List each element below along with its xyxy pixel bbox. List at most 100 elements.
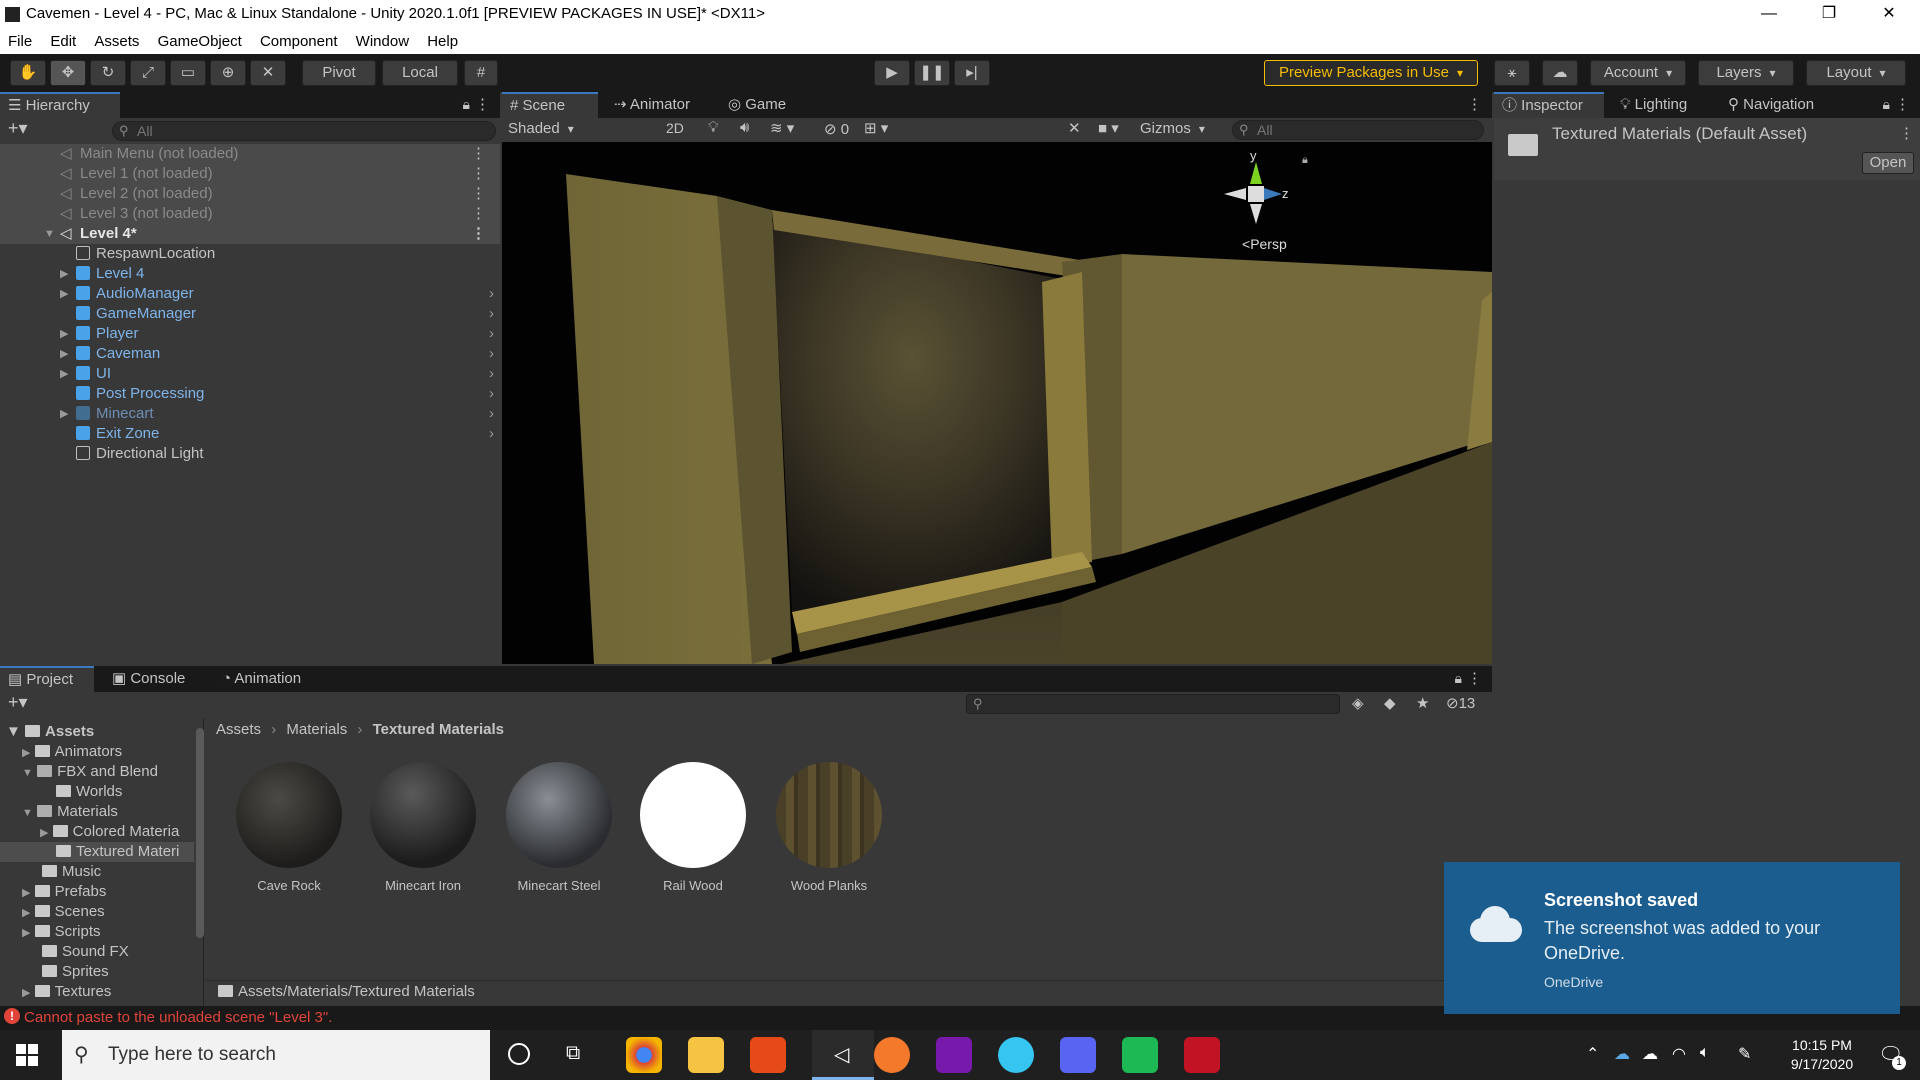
gizmo-neg-y-axis[interactable] [1250,204,1262,224]
expand-arrow-icon[interactable]: ▶ [22,887,30,899]
filter-type-icon[interactable]: ◈ [1352,694,1364,712]
camera-dropdown-icon[interactable]: ■ ▾ [1098,119,1119,137]
hierarchy-item[interactable]: ▶ Level 4 [0,264,500,284]
scene-level-2[interactable]: ◁ Level 2 (not loaded) ⋮ [0,184,500,204]
network-tray-icon[interactable]: ☁ [1642,1044,1658,1064]
tree-fbx-and-blend[interactable]: ▼ FBX and Blend [22,762,158,782]
grid-dropdown-icon[interactable]: ⊞ ▾ [864,119,888,137]
menu-gameobject[interactable]: GameObject [158,30,242,50]
pause-button[interactable]: ❚❚ [914,60,950,86]
tree-music[interactable]: Music [42,862,101,882]
tab-project[interactable]: ▤ Project [0,666,94,692]
expand-arrow-icon[interactable]: ▶ [60,404,68,424]
open-button[interactable]: Open [1862,152,1914,174]
chevron-right-icon[interactable]: › [489,304,494,324]
move-tool-icon[interactable]: ✥ [50,60,86,86]
chevron-right-icon[interactable]: › [489,324,494,344]
chevron-right-icon[interactable]: › [489,364,494,384]
tree-scrollbar[interactable] [196,728,204,938]
onedrive-tray-icon[interactable]: ☁ [1614,1044,1630,1064]
expand-arrow-icon[interactable]: ▶ [22,747,30,759]
menu-assets[interactable]: Assets [94,30,139,50]
hidden-packages-toggle[interactable]: ⊘13 [1446,694,1475,712]
tab-hierarchy[interactable]: ☰ Hierarchy [0,92,120,118]
breadcrumb-materials[interactable]: Materials [286,721,347,738]
windows-start-icon[interactable] [16,1044,38,1066]
tree-textures[interactable]: ▶ Textures [22,982,111,1002]
chevron-right-icon[interactable]: › [489,424,494,444]
tree-materials[interactable]: ▼ Materials [22,802,118,822]
hierarchy-item[interactable]: ▶ Caveman › [0,344,500,364]
scene-level-1[interactable]: ◁ Level 1 (not loaded) ⋮ [0,164,500,184]
tab-animator[interactable]: ⇢ Animator [606,92,706,118]
tree-assets[interactable]: ▼ Assets [6,722,94,742]
expand-arrow-icon[interactable]: ▶ [60,324,68,344]
scene-menu-icon[interactable]: ⋮ [1467,95,1482,113]
project-search[interactable]: ⚲ [966,694,1340,714]
grid-snap-icon[interactable]: # [464,60,498,86]
account-dropdown[interactable]: Account [1590,60,1686,86]
menu-window[interactable]: Window [356,30,409,50]
tab-console[interactable]: ▣ Console [104,666,204,692]
hierarchy-item[interactable]: Post Processing › [0,384,500,404]
lock-icon[interactable]: 🔒︎ [463,96,470,113]
expand-arrow-icon[interactable]: ▶ [60,344,68,364]
filter-label-icon[interactable]: ◆ [1384,694,1396,712]
mode-2d-toggle[interactable]: 2D [666,120,684,136]
breadcrumb-textured-materials[interactable]: Textured Materials [373,721,504,738]
audio-toggle-icon[interactable]: 🔊︎ [740,119,749,136]
expand-arrow-icon[interactable]: ▶ [60,284,68,304]
kebab-icon[interactable]: ⋮ [471,164,486,184]
gizmos-dropdown[interactable]: Gizmos [1140,120,1205,137]
hierarchy-item[interactable]: ▶ UI › [0,364,500,384]
material-minecart-iron[interactable]: Minecart Iron [364,756,482,893]
custom-tool-icon[interactable]: ✕ [250,60,286,86]
gizmo-y-axis[interactable] [1250,162,1262,184]
scene-level-4[interactable]: ▼ ◁ Level 4* ⋮ [0,224,500,244]
scene-level-3[interactable]: ◁ Level 3 (not loaded) ⋮ [0,204,500,224]
hierarchy-item[interactable]: RespawnLocation [0,244,500,264]
tab-lighting[interactable]: 💡︎ Lighting [1612,92,1712,118]
create-plus-icon[interactable]: +▾ [8,118,28,139]
tree-sound-fx[interactable]: Sound FX [42,942,129,962]
taskbar-search[interactable]: ⚲ Type here to search [62,1030,490,1080]
lock-icon[interactable]: 🔒︎ [1455,670,1462,687]
tab-scene[interactable]: # Scene [502,92,598,118]
scene-gizmo[interactable]: y z <Persp 🔒︎ [1222,148,1308,258]
hidden-objects-toggle[interactable]: ⊘ 0 [824,120,849,138]
hand-tool-icon[interactable]: ✋ [10,60,46,86]
task-view-icon[interactable]: ⧉ [566,1042,580,1065]
gizmo-x-axis[interactable] [1224,188,1246,200]
show-hidden-icons[interactable]: ⌃ [1586,1044,1599,1064]
tab-animation[interactable]: ◔ Animation [214,666,334,692]
kebab-icon[interactable]: ⋮ [471,224,486,244]
pen-icon[interactable]: ✎ [1738,1044,1751,1064]
minimize-button[interactable]: — [1746,0,1792,30]
layers-dropdown[interactable]: Layers [1698,60,1794,86]
rider-icon[interactable] [1184,1037,1220,1073]
menu-component[interactable]: Component [260,30,338,50]
hierarchy-item[interactable]: Exit Zone › [0,424,500,444]
cortana-icon[interactable] [508,1043,530,1065]
tree-sprites[interactable]: Sprites [42,962,109,982]
tree-worlds[interactable]: Worlds [56,782,122,802]
gizmo-center-cube[interactable] [1248,186,1264,202]
scene-search[interactable]: ⚲ All [1232,120,1484,140]
sourcetree-icon[interactable] [1122,1037,1158,1073]
inspector-menu-icon[interactable]: ⋮ [1895,95,1910,113]
tab-navigation[interactable]: ⚲ Navigation [1720,92,1840,118]
blender-icon[interactable] [874,1037,910,1073]
clock[interactable]: 10:15 PM 9/17/2020 [1772,1036,1872,1074]
rotate-tool-icon[interactable]: ↻ [90,60,126,86]
scene-viewport[interactable]: y z <Persp 🔒︎ [502,142,1492,664]
effects-dropdown-icon[interactable]: ≋ ▾ [770,119,794,137]
close-button[interactable]: ✕ [1866,0,1912,30]
volume-icon[interactable]: 🔈︎ [1700,1044,1710,1062]
onenote-icon[interactable] [936,1037,972,1073]
wifi-icon[interactable]: ◠ [1672,1044,1686,1064]
expand-arrow-icon[interactable]: ▼ [22,767,33,779]
expand-arrow-icon[interactable]: ▶ [22,987,30,999]
scale-tool-icon[interactable]: ⤢ [130,60,166,86]
create-plus-icon[interactable]: +▾ [8,692,28,713]
kebab-icon[interactable]: ⋮ [471,184,486,204]
